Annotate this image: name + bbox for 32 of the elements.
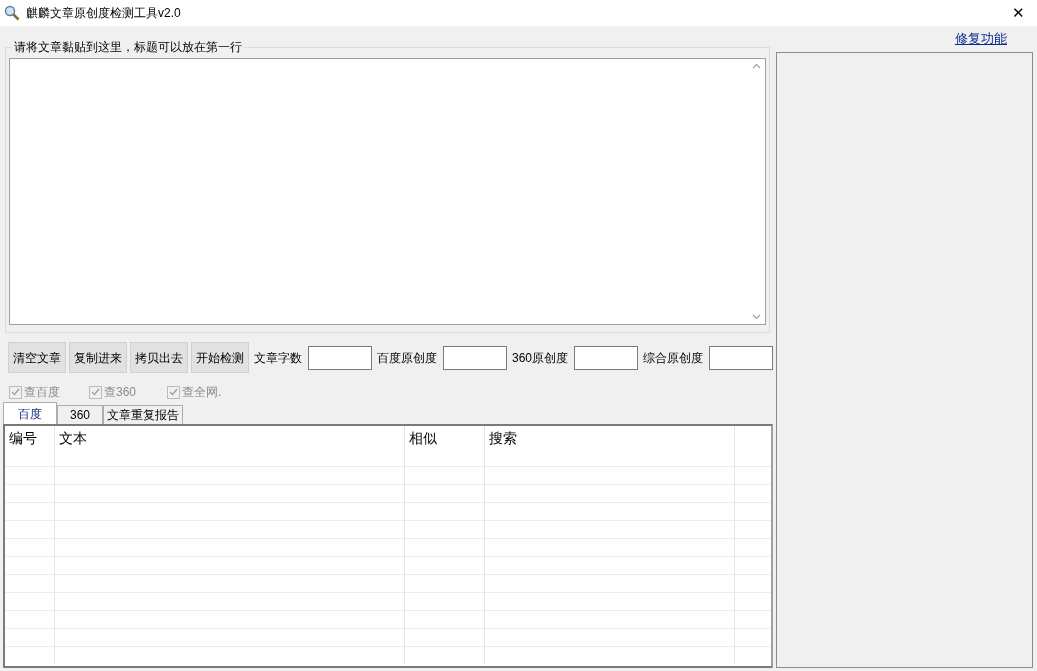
checkbox-label: 查全网. (182, 384, 222, 401)
tab[interactable]: 百度 (3, 402, 57, 424)
stat-label: 综合原创度 (643, 349, 704, 367)
scroll-up-icon[interactable] (752, 63, 761, 69)
stat-label: 文章字数 (254, 349, 302, 367)
tab[interactable]: 文章重复报告 (103, 405, 183, 424)
column-header[interactable]: 相似 (405, 426, 485, 466)
stat-field[interactable] (443, 345, 507, 370)
magnifier-icon (4, 5, 20, 21)
action-button[interactable]: 复制进来 (69, 342, 127, 373)
checkmark-icon (91, 388, 100, 396)
stat-label: 360原创度 (512, 349, 569, 367)
column-header[interactable]: 搜索 (485, 426, 735, 466)
action-button[interactable]: 拷贝出去 (130, 342, 188, 373)
stat-field[interactable] (308, 345, 372, 370)
stat-field[interactable] (574, 345, 639, 370)
window-title: 麒麟文章原创度检测工具v2.0 (26, 5, 181, 22)
checkmark-icon (11, 388, 20, 396)
close-button[interactable]: ✕ (1003, 1, 1033, 25)
column-header[interactable]: 文本 (55, 426, 405, 466)
checkbox-label: 查360 (104, 384, 137, 401)
scroll-down-icon[interactable] (752, 314, 761, 320)
tab[interactable]: 360 (57, 405, 103, 424)
checkbox-label: 查百度 (24, 384, 60, 401)
column-header[interactable]: 编号 (5, 426, 55, 466)
action-button[interactable]: 开始检测 (191, 342, 249, 373)
action-button[interactable]: 清空文章 (8, 342, 66, 373)
group-legend: 请将文章黏贴到这里，标题可以放在第一行 (12, 39, 244, 55)
stat-label: 百度原创度 (377, 349, 437, 367)
stat-field[interactable] (709, 345, 774, 370)
repair-link[interactable]: 修复功能 (949, 29, 1013, 49)
checkmark-icon (169, 388, 178, 396)
